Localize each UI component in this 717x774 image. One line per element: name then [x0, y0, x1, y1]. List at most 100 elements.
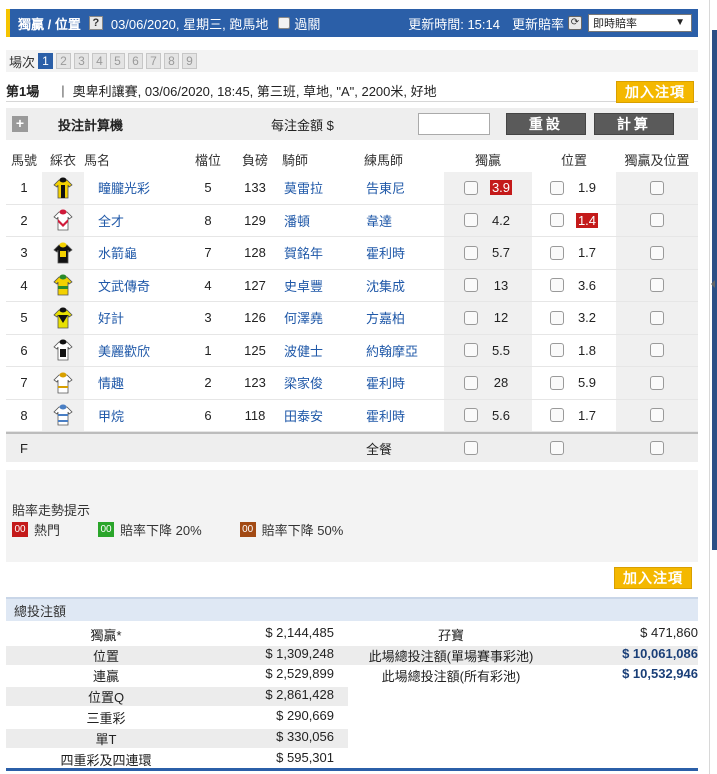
jockey-link[interactable]: 潘頓 — [278, 211, 360, 230]
silk-cell — [42, 204, 84, 236]
pool-value: $ 290,669 — [276, 708, 334, 724]
race-tab-8[interactable]: 8 — [164, 53, 180, 69]
horse-name-link[interactable]: 文武傳奇 — [84, 276, 184, 295]
win-place-checkbox[interactable] — [650, 245, 664, 260]
add-bet-button[interactable]: 加入注項 — [616, 81, 694, 103]
trainer-link[interactable]: 告東尼 — [360, 178, 444, 197]
horse-name-link[interactable]: 水箭龜 — [84, 243, 184, 262]
place-odds: 1.9 — [577, 180, 597, 196]
pool-value: $ 2,861,428 — [265, 687, 334, 703]
place-odds: 5.9 — [577, 375, 597, 391]
unit-amount-input[interactable] — [417, 113, 490, 135]
draw: 6 — [204, 407, 212, 423]
jockey-link[interactable]: 莫雷拉 — [278, 178, 360, 197]
race-tab-6[interactable]: 6 — [128, 53, 144, 69]
place-odds: 1.7 — [577, 407, 597, 423]
horse-name-link[interactable]: 美麗歡欣 — [84, 341, 184, 360]
win-place-checkbox[interactable] — [650, 278, 664, 293]
jockey-link[interactable]: 何澤堯 — [278, 308, 360, 327]
draw: 5 — [204, 180, 212, 196]
race-tab-7[interactable]: 7 — [146, 53, 162, 69]
totals-header: 總投注額 — [6, 597, 698, 621]
win-checkbox[interactable] — [463, 180, 478, 195]
field-place-checkbox[interactable] — [550, 441, 564, 455]
place-checkbox[interactable] — [550, 180, 564, 195]
bet-calculator: + 投注計算機 每注金額 $ 重設 計算 — [6, 108, 698, 140]
win-checkbox[interactable] — [464, 213, 478, 228]
trainer-link[interactable]: 韋達 — [360, 211, 444, 230]
place-checkbox[interactable] — [550, 278, 564, 293]
draw: 4 — [204, 277, 212, 293]
race-tab-9[interactable]: 9 — [182, 53, 198, 69]
place-checkbox[interactable] — [550, 375, 564, 390]
refresh-icon[interactable]: ⟳ — [568, 16, 582, 30]
win-place-checkbox[interactable] — [650, 180, 664, 195]
place-checkbox[interactable] — [550, 310, 564, 325]
horse-no: 2 — [20, 212, 28, 228]
update-time: 更新時間: 15:14 — [408, 16, 500, 32]
trainer-link[interactable]: 約翰摩亞 — [360, 341, 444, 360]
trainer-link[interactable]: 方嘉柏 — [360, 308, 444, 327]
jockey-link[interactable]: 田泰安 — [278, 406, 360, 425]
horse-name-link[interactable]: 疃朧光彩 — [84, 178, 184, 197]
win-place-checkbox[interactable] — [650, 408, 664, 423]
horse-no: 7 — [20, 375, 28, 391]
win-checkbox[interactable] — [464, 310, 478, 325]
win-checkbox[interactable] — [464, 278, 478, 293]
place-checkbox[interactable] — [550, 343, 564, 358]
race-tab-2[interactable]: 2 — [56, 53, 72, 69]
trend-tag: 00 — [98, 522, 115, 537]
win-checkbox[interactable] — [464, 245, 478, 260]
weight: 127 — [244, 277, 266, 293]
win-checkbox[interactable] — [464, 408, 478, 423]
odds-trend-legend: 賠率走勢提示 00 熱門 00 賠率下降 20% 00 賠率下降 50% — [6, 470, 698, 562]
trainer-link[interactable]: 霍利時 — [360, 243, 444, 262]
field-win-place-checkbox[interactable] — [650, 441, 664, 455]
trainer-link[interactable]: 霍利時 — [360, 406, 444, 425]
place-odds: 3.2 — [577, 310, 597, 326]
trainer-link[interactable]: 沈集成 — [360, 276, 444, 295]
total-value: $ 471,860 — [640, 624, 698, 640]
horse-no: 3 — [20, 245, 28, 261]
win-place-checkbox[interactable] — [650, 213, 664, 228]
field-label: 全餐 — [366, 441, 393, 457]
race-tab-4[interactable]: 4 — [92, 53, 108, 69]
win-place-checkbox[interactable] — [650, 375, 664, 390]
race-tab-3[interactable]: 3 — [74, 53, 90, 69]
odds-mode-select[interactable]: 即時賠率 ▼ — [588, 14, 692, 32]
jockey-link[interactable]: 梁家俊 — [278, 373, 360, 392]
win-place-checkbox[interactable] — [650, 310, 664, 325]
jockey-link[interactable]: 史卓豐 — [278, 276, 360, 295]
help-icon[interactable]: ? — [88, 16, 103, 30]
pool-value: $ 2,144,485 — [265, 624, 334, 640]
add-bet-button-bottom[interactable]: 加入注項 — [614, 567, 692, 589]
horse-name-link[interactable]: 情趣 — [84, 373, 184, 392]
page-title: 獨贏 / 位置 — [18, 16, 81, 32]
horse-no: 6 — [20, 342, 28, 358]
trend-label: 熱門 — [34, 523, 61, 538]
past-checkbox[interactable] — [278, 17, 291, 29]
trend-label: 賠率下降 50% — [261, 523, 344, 538]
jockey-link[interactable]: 波健士 — [278, 341, 360, 360]
compute-button[interactable]: 計算 — [593, 113, 674, 135]
horse-name-link[interactable]: 好計 — [84, 308, 184, 327]
field-win-checkbox[interactable] — [464, 441, 478, 455]
horse-name-link[interactable]: 全才 — [84, 211, 184, 230]
race-tab-5[interactable]: 5 — [110, 53, 126, 69]
place-checkbox[interactable] — [550, 245, 564, 260]
horse-name-link[interactable]: 甲烷 — [84, 406, 184, 425]
win-checkbox[interactable] — [464, 375, 478, 390]
silk-icon — [53, 209, 73, 231]
expand-icon[interactable]: + — [12, 116, 28, 132]
collapse-arrow-icon[interactable] — [711, 280, 715, 288]
draw: 8 — [204, 212, 212, 228]
place-checkbox[interactable] — [549, 213, 564, 228]
reset-button[interactable]: 重設 — [505, 113, 586, 135]
race-tab-1[interactable]: 1 — [38, 53, 54, 69]
trainer-link[interactable]: 霍利時 — [360, 373, 444, 392]
win-place-checkbox[interactable] — [650, 343, 664, 358]
jockey-link[interactable]: 賀銘年 — [278, 243, 360, 262]
table-row: 3 水箭龜 7 128 賀銘年 霍利時 5.7 1.7 — [6, 237, 698, 270]
win-checkbox[interactable] — [464, 343, 478, 358]
place-checkbox[interactable] — [550, 408, 564, 423]
